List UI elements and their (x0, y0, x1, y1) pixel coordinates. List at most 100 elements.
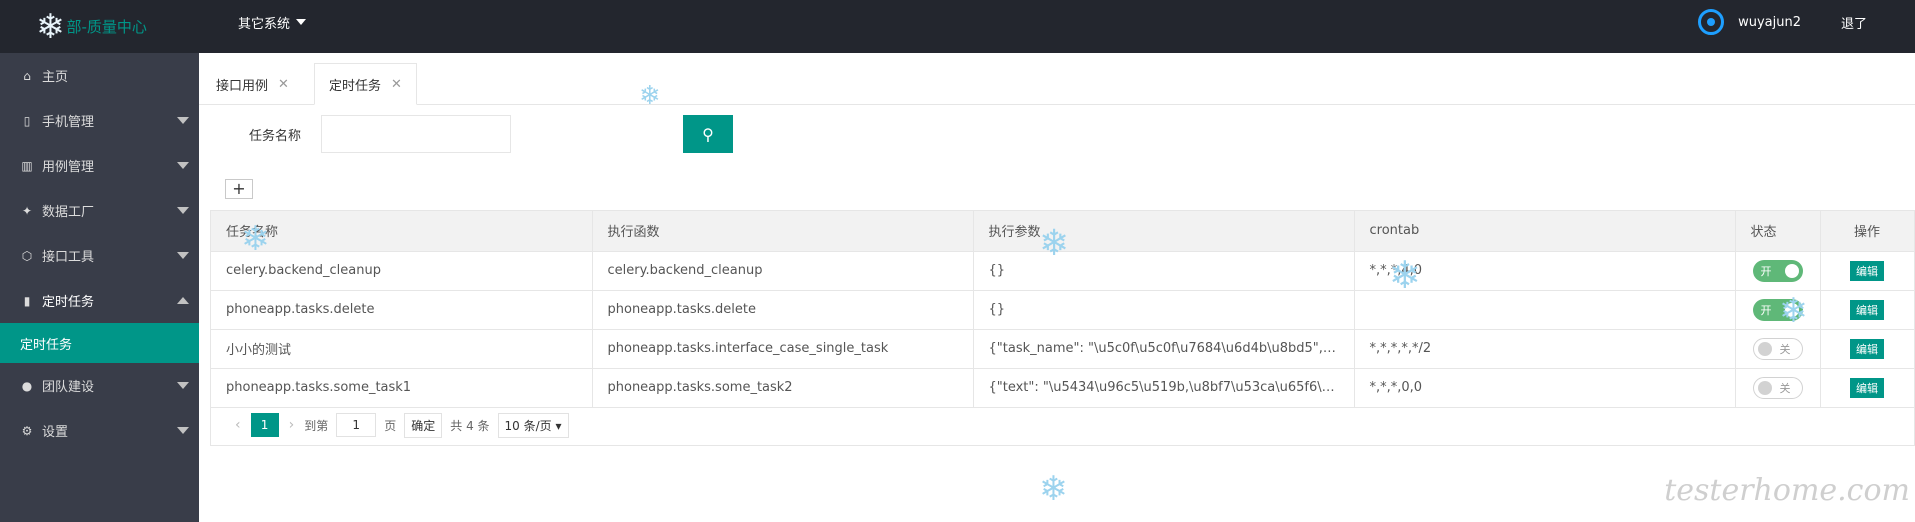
tab-api-cases[interactable]: 接口用例 ✕ (202, 63, 303, 105)
tab-scheduled-tasks[interactable]: 定时任务 ✕ (314, 63, 417, 105)
chevron-down-icon (177, 427, 189, 434)
toggle-label: 关 (1779, 342, 1791, 356)
search-button[interactable]: ⚲ (683, 115, 733, 153)
task-name-cell: celery.backend_cleanup (211, 251, 593, 291)
status-toggle[interactable]: 开 (1752, 298, 1803, 321)
caret-down-icon (296, 19, 307, 25)
chevron-down-icon (177, 252, 189, 259)
params-cell: {"text": "\u5434\u96c5\u519b,\u8bf7\u53c… (973, 368, 1355, 408)
sidebar-subitem-scheduled-tasks[interactable]: 定时任务 (0, 323, 199, 363)
plus-icon: + (232, 179, 246, 198)
sidebar-item-phone-management[interactable]: ▯ 手机管理 (0, 98, 199, 143)
sidebar-item-label: 用例管理 (42, 160, 95, 175)
book-icon: ▥ (21, 158, 33, 173)
table-header-row: 任务名称 执行函数 执行参数 crontab 状态 操作 (211, 211, 1915, 252)
phone-icon: ▯ (23, 113, 31, 128)
sidebar-subitem-label: 定时任务 (20, 337, 73, 353)
caret-down-icon: ▾ (555, 418, 562, 433)
chevron-up-icon (177, 297, 189, 304)
close-icon[interactable]: ✕ (391, 77, 402, 92)
page-size-value: 10 条/页 (504, 418, 552, 433)
sidebar-item-label: 手机管理 (42, 115, 95, 130)
other-systems-menu[interactable]: 其它系统 (238, 0, 307, 44)
tasks-table: 任务名称 执行函数 执行参数 crontab 状态 操作 celery.back… (210, 210, 1915, 446)
task-name-cell: 小小的测试 (211, 329, 593, 369)
sidebar-item-label: 主页 (42, 70, 69, 85)
top-header: ❄ 部-质量中心 其它系统 wuyajun2 退了 (0, 0, 1915, 53)
status-toggle[interactable]: 关 (1752, 337, 1803, 360)
task-name-cell: phoneapp.tasks.some_task1 (211, 368, 593, 408)
sidebar-item-api-tools[interactable]: ⬡ 接口工具 (0, 233, 199, 278)
status-cell: 关 (1735, 329, 1821, 369)
table-row: 小小的测试 phoneapp.tasks.interface_case_sing… (211, 329, 1915, 369)
params-cell: {} (973, 290, 1355, 330)
function-cell: celery.backend_cleanup (592, 251, 974, 291)
crontab-cell: *,*,*,4,0 (1354, 251, 1736, 291)
user-avatar-icon[interactable] (1698, 9, 1725, 35)
main-content: 接口用例 ✕ 定时任务 ✕ 任务名称 ⚲ + 任务名称 执行函数 执行参数 cr… (199, 53, 1915, 522)
snowflake-icon: ❄ (1039, 469, 1068, 509)
add-task-button[interactable]: + (225, 179, 253, 199)
status-cell: 关 (1735, 368, 1821, 408)
edit-button[interactable]: 编辑 (1850, 338, 1884, 359)
column-header: 任务名称 (211, 211, 593, 252)
sidebar-item-label: 团队建设 (42, 380, 95, 395)
home-icon: ⌂ (23, 68, 31, 83)
current-page[interactable]: 1 (250, 413, 279, 437)
status-cell: 开 (1735, 290, 1821, 330)
total-count: 共 4 条 (450, 418, 490, 433)
other-systems-label: 其它系统 (238, 16, 291, 32)
goto-confirm-button[interactable]: 确定 (404, 412, 443, 438)
page-size-select[interactable]: 10 条/页 ▾ (497, 412, 569, 438)
close-icon[interactable]: ✕ (278, 77, 289, 92)
sidebar-item-case-management[interactable]: ▥ 用例管理 (0, 143, 199, 188)
status-toggle[interactable]: 关 (1752, 376, 1803, 399)
sidebar-item-team[interactable]: ● 团队建设 (0, 363, 199, 408)
logo[interactable]: ❄ 部-质量中心 (36, 0, 147, 53)
sidebar-item-label: 设置 (42, 425, 69, 440)
logout-link[interactable]: 退了 (1841, 13, 1867, 32)
user-icon: ● (21, 378, 33, 393)
table-row: celery.backend_cleanup celery.backend_cl… (211, 251, 1915, 291)
page-unit-label: 页 (384, 418, 397, 433)
column-header: 操作 (1820, 211, 1915, 252)
table-row: phoneapp.tasks.delete phoneapp.tasks.del… (211, 290, 1915, 330)
prev-page-icon[interactable]: ‹ (235, 417, 241, 433)
username[interactable]: wuyajun2 (1738, 15, 1801, 30)
toggle-knob (1757, 380, 1772, 395)
task-name-input[interactable] (321, 115, 512, 153)
chevron-down-icon (177, 117, 189, 124)
crontab-cell (1354, 290, 1736, 330)
logo-text: 部-质量中心 (66, 18, 147, 36)
chevron-down-icon (177, 382, 189, 389)
status-toggle[interactable]: 开 (1752, 259, 1803, 282)
search-icon: ⚲ (702, 124, 714, 144)
next-page-icon[interactable]: › (289, 417, 295, 433)
sidebar-item-home[interactable]: ⌂ 主页 (0, 53, 199, 98)
action-cell: 编辑 (1820, 368, 1915, 408)
pagination: ‹ 1 › 到第 1 页 确定 共 4 条 10 条/页 ▾ (225, 412, 569, 438)
sidebar-item-data-factory[interactable]: ✦ 数据工厂 (0, 188, 199, 233)
params-cell: {"task_name": "\u5c0f\u5c0f\u7684\u6d4b\… (973, 329, 1355, 369)
edit-button[interactable]: 编辑 (1850, 299, 1884, 320)
goto-label: 到第 (304, 418, 329, 433)
toggle-label: 关 (1779, 381, 1791, 395)
snowflake-logo-icon: ❄ (36, 6, 65, 47)
tab-label: 接口用例 (216, 78, 269, 94)
action-cell: 编辑 (1820, 329, 1915, 369)
toggle-label: 开 (1760, 264, 1772, 278)
cube-icon: ⬡ (21, 248, 33, 263)
goto-page-input[interactable]: 1 (336, 413, 377, 437)
sidebar-item-scheduled-tasks[interactable]: ▮ 定时任务 (0, 278, 199, 323)
edit-button[interactable]: 编辑 (1850, 260, 1884, 281)
task-name-cell: phoneapp.tasks.delete (211, 290, 593, 330)
function-cell: phoneapp.tasks.interface_case_single_tas… (592, 329, 974, 369)
crontab-cell: *,*,*,*,*/2 (1354, 329, 1736, 369)
sidebar-item-label: 数据工厂 (42, 205, 95, 220)
function-cell: phoneapp.tasks.delete (592, 290, 974, 330)
edit-button[interactable]: 编辑 (1850, 377, 1884, 398)
search-form: 任务名称 (249, 115, 512, 153)
sidebar: ⌂ 主页 ▯ 手机管理 ▥ 用例管理 ✦ 数据工厂 ⬡ 接口工具 ▮ 定时任务 … (0, 53, 199, 522)
sidebar-item-settings[interactable]: ⚙ 设置 (0, 408, 199, 453)
function-cell: phoneapp.tasks.some_task2 (592, 368, 974, 408)
